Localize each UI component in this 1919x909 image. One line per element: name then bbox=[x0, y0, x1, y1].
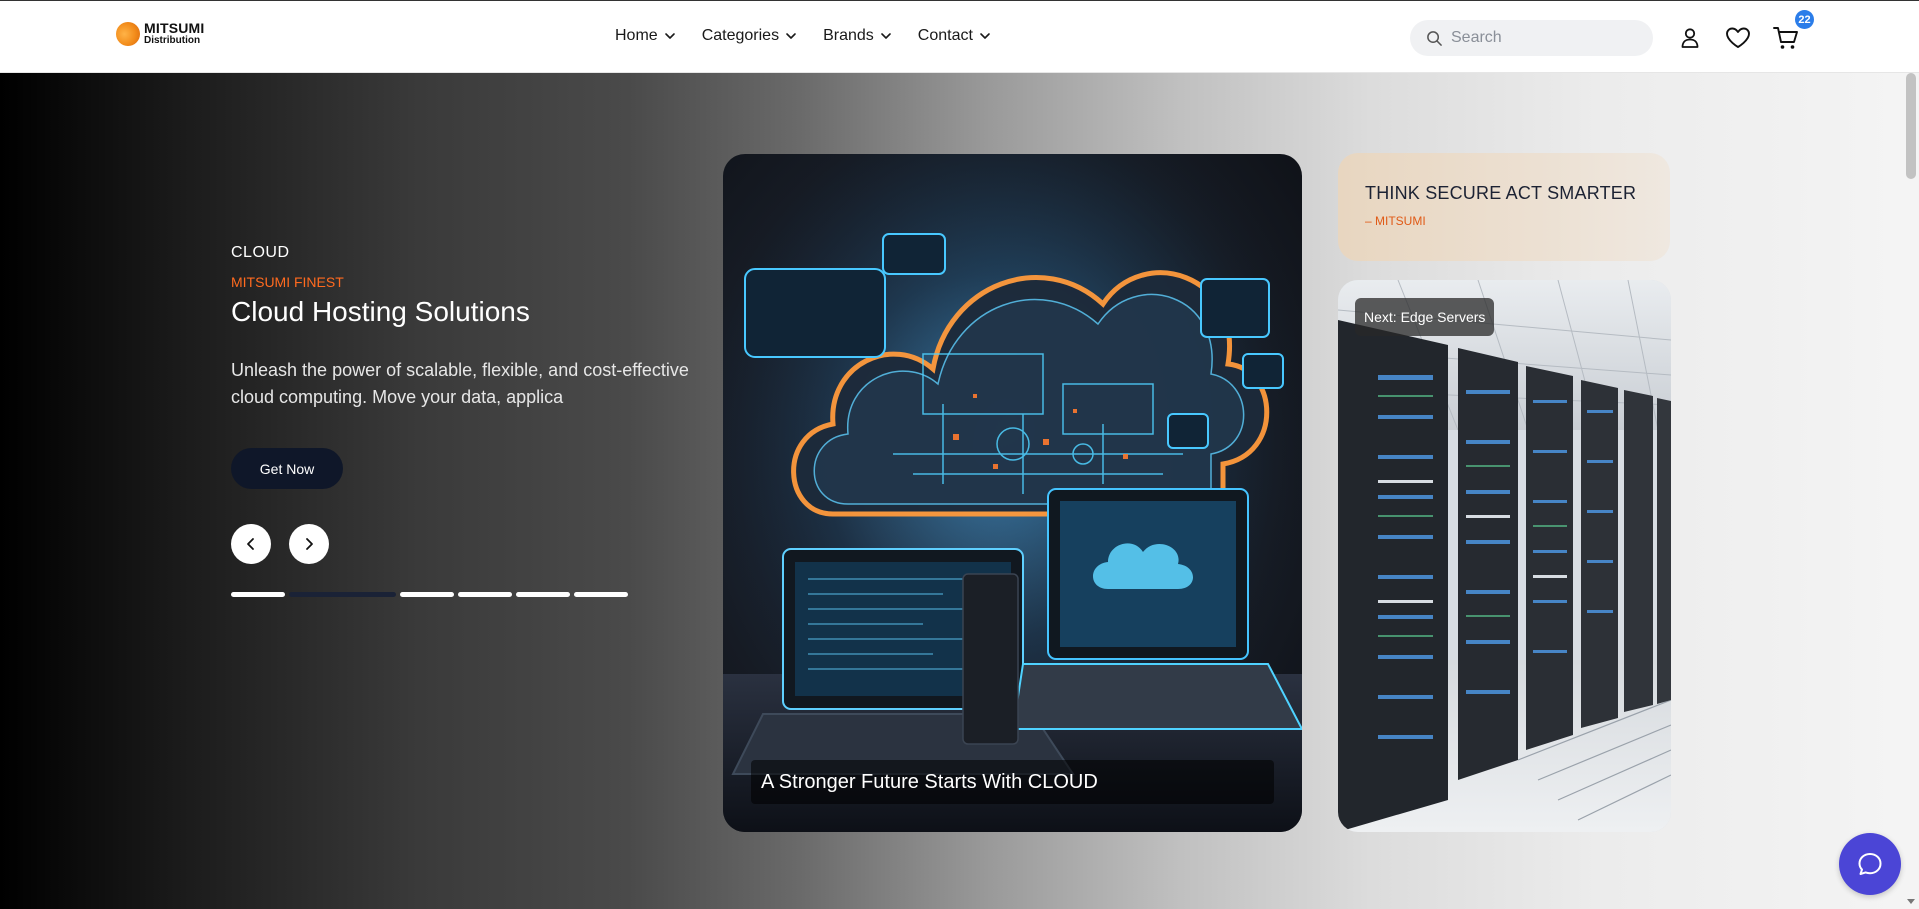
site-header: MITSUMI Distribution Home Categories Bra… bbox=[0, 1, 1919, 73]
tagline-card: THINK SECURE ACT SMARTER – MITSUMI bbox=[1338, 153, 1670, 261]
cart-count-badge: 22 bbox=[1795, 10, 1814, 29]
user-icon bbox=[1681, 28, 1699, 48]
cloud-computing-illustration bbox=[723, 154, 1302, 832]
tagline-attribution: – MITSUMI bbox=[1365, 214, 1426, 228]
prev-slide-button[interactable] bbox=[231, 524, 271, 564]
hero-description: Unleash the power of scalable, flexible,… bbox=[231, 360, 689, 407]
page-scrollbar[interactable] bbox=[1904, 73, 1919, 909]
search-icon bbox=[1427, 30, 1442, 46]
nav-item-label: Home bbox=[615, 27, 658, 44]
logo-sun-icon bbox=[116, 21, 140, 46]
scroll-down-arrow-icon[interactable] bbox=[1906, 896, 1916, 906]
heart-icon bbox=[1726, 27, 1750, 48]
logo-line-2: Distribution bbox=[144, 35, 201, 46]
chat-support-button[interactable] bbox=[1839, 833, 1901, 895]
chevron-down-icon bbox=[880, 33, 891, 39]
cart-icon bbox=[1773, 27, 1798, 49]
slide-indicator[interactable] bbox=[400, 592, 454, 597]
nav-item-categories[interactable]: Categories bbox=[702, 27, 797, 45]
slide-indicator[interactable] bbox=[231, 592, 285, 597]
search-input[interactable] bbox=[1451, 29, 1631, 47]
nav-item-home[interactable]: Home bbox=[615, 27, 676, 45]
main-nav: Home Categories Brands Contact bbox=[615, 27, 991, 45]
chevron-left-icon bbox=[247, 538, 254, 550]
slide-indicator[interactable] bbox=[516, 592, 570, 597]
chevron-down-icon bbox=[980, 33, 990, 39]
tagline-title: THINK SECURE ACT SMARTER bbox=[1365, 183, 1637, 203]
hero-title: Cloud Hosting Solutions bbox=[231, 296, 530, 327]
chat-bubble-icon bbox=[1858, 853, 1882, 875]
slide-indicators bbox=[231, 592, 628, 597]
chevron-down-icon bbox=[664, 33, 675, 39]
nav-item-contact[interactable]: Contact bbox=[918, 27, 991, 45]
chevron-down-icon bbox=[786, 33, 796, 39]
nav-item-label: Categories bbox=[701, 27, 780, 44]
slide-indicator[interactable] bbox=[574, 592, 628, 597]
chevron-right-icon bbox=[306, 538, 313, 550]
main-slide-caption: A Stronger Future Starts With CLOUD bbox=[751, 760, 1274, 804]
brand-logo[interactable]: MITSUMI Distribution bbox=[116, 21, 205, 46]
slide-indicator[interactable] bbox=[458, 592, 512, 597]
wishlist-button[interactable] bbox=[1724, 25, 1752, 51]
main-slide-card[interactable]: A Stronger Future Starts With CLOUD bbox=[723, 154, 1302, 832]
logo-line-1: MITSUMI bbox=[144, 20, 205, 36]
next-slide-label[interactable]: Next: Edge Servers bbox=[1355, 298, 1495, 336]
next-slide-card[interactable]: Next: Edge Servers bbox=[1338, 280, 1671, 832]
cart-button[interactable] bbox=[1772, 25, 1800, 51]
hero-subkicker: MITSUMI FINEST bbox=[231, 274, 344, 290]
account-button[interactable] bbox=[1677, 25, 1703, 51]
server-room-image bbox=[1338, 280, 1671, 832]
logo-wordmark: MITSUMI Distribution bbox=[144, 21, 205, 46]
scrollbar-thumb[interactable] bbox=[1906, 73, 1916, 179]
hero-kicker: CLOUD bbox=[231, 244, 290, 261]
nav-item-label: Contact bbox=[917, 27, 973, 44]
get-now-button[interactable]: Get Now bbox=[231, 448, 343, 489]
next-slide-button[interactable] bbox=[289, 524, 329, 564]
search-box[interactable] bbox=[1410, 20, 1653, 56]
slide-indicator-active[interactable] bbox=[289, 592, 396, 597]
nav-item-brands[interactable]: Brands bbox=[823, 27, 892, 45]
nav-item-label: Brands bbox=[823, 27, 874, 44]
